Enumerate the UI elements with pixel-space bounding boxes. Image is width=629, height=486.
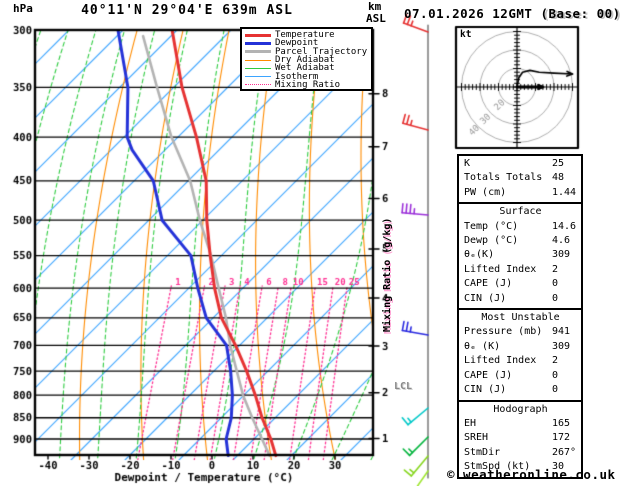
- index-value: 14.6: [552, 220, 577, 232]
- index-row: Lifted Index 2: [464, 263, 577, 277]
- indices-section-title: Most Unstable: [481, 312, 560, 324]
- legend-swatch-line: [245, 67, 271, 69]
- index-label: PW (cm): [464, 186, 507, 198]
- legend-swatch-line: [245, 50, 271, 54]
- index-row: Lifted Index 2: [464, 354, 577, 368]
- run-datetime-label: 07.01.2026 12GMT (Base: 00): [404, 6, 621, 21]
- indices-section-title: Hodograph: [493, 403, 548, 415]
- index-value: 941: [552, 326, 571, 338]
- index-row: CAPE (J) 0: [464, 277, 577, 291]
- index-value: 165: [552, 417, 571, 429]
- hodograph-unit-label: kt: [460, 29, 472, 40]
- index-label: CIN (J): [464, 292, 507, 304]
- index-label: Dewp (°C): [464, 235, 519, 247]
- index-label: EH: [464, 417, 477, 429]
- datetime-base: (Base: 00): [540, 6, 621, 21]
- legend-swatch-line: [245, 33, 271, 37]
- altitude-axis-unit-asl: ASL: [366, 12, 386, 25]
- index-label: Lifted Index: [464, 263, 537, 275]
- index-label: K: [464, 158, 471, 169]
- index-row: θₑ(K) 309: [464, 248, 577, 262]
- index-value: 309: [552, 249, 571, 261]
- chart-legend: Temperature Dewpoint Parcel Trajectory Dry …: [240, 27, 373, 91]
- index-label: Totals Totals: [464, 172, 543, 184]
- indices-section-title: Surface: [499, 206, 542, 218]
- index-value: 48: [552, 172, 565, 184]
- index-label: CAPE (J): [464, 369, 513, 381]
- index-label: θₑ (K): [464, 340, 501, 352]
- index-label: SREH: [464, 432, 489, 444]
- index-label: Temp (°C): [464, 220, 519, 232]
- mixing-ratio-axis-label: Mixing Ratio (g/kg): [382, 217, 393, 332]
- index-value: 0: [552, 384, 559, 396]
- legend-item-mixing-ratio: Mixing Ratio: [245, 79, 371, 90]
- index-row: StmDir 267°: [464, 446, 577, 460]
- index-value: 0: [552, 292, 559, 304]
- index-label: Lifted Index: [464, 355, 537, 367]
- index-value: 309: [552, 340, 571, 352]
- legend-swatch-line: [245, 41, 271, 45]
- index-row: Temp (°C) 14.6: [464, 220, 577, 234]
- station-title: 40°11'N 29°04'E 639m ASL: [81, 3, 293, 18]
- index-value: 172: [552, 432, 571, 444]
- lcl-marker-label: LCL: [394, 381, 413, 392]
- index-row: CIN (J) 0: [464, 292, 577, 306]
- index-row: PW (cm) 1.44: [464, 186, 577, 200]
- index-label: CAPE (J): [464, 278, 513, 290]
- index-value: 0: [552, 369, 559, 381]
- index-row: CIN (J) 0: [464, 383, 577, 397]
- index-row: Dewp (°C) 4.6: [464, 234, 577, 248]
- legend-swatch-line: [245, 84, 271, 86]
- pressure-axis-unit-label: hPa: [13, 2, 33, 15]
- index-row: K 25: [464, 157, 577, 171]
- datetime-main: 07.01.2026 12GMT: [404, 6, 533, 21]
- indices-section-surface: Surface Temp (°C) 14.6 Dewp (°C) 4.6 θₑ(K) 309…: [457, 202, 583, 311]
- index-value: 2: [552, 355, 559, 367]
- index-label: StmDir: [464, 446, 501, 458]
- index-row: EH 165: [464, 417, 577, 431]
- index-value: 1.44: [552, 186, 577, 198]
- index-row: Totals Totals 48: [464, 171, 577, 185]
- indices-section-most-unstable: Most Unstable Pressure (mb) 941 θₑ (K) 309 Li…: [457, 308, 583, 402]
- index-label: Pressure (mb): [464, 326, 543, 338]
- index-value: 4.6: [552, 235, 571, 247]
- index-label: θₑ(K): [464, 249, 495, 261]
- skewt-sounding-page: hPa 40°11'N 29°04'E 639m ASL km ASL 07.0…: [0, 0, 629, 486]
- indices-section: K 25 Totals Totals 48 PW (cm) 1.44: [457, 154, 583, 205]
- index-value: 0: [552, 278, 559, 290]
- legend-swatch-line: [245, 59, 271, 61]
- indices-panel: K 25 Totals Totals 48 PW (cm) 1.44 Surface Temp…: [457, 154, 583, 479]
- credit-footer: © weatheronline.co.uk: [447, 467, 616, 482]
- legend-label: Mixing Ratio: [275, 79, 341, 90]
- index-row: CAPE (J) 0: [464, 369, 577, 383]
- index-value: 2: [552, 263, 559, 275]
- index-value: 267°: [552, 446, 577, 458]
- index-row: Pressure (mb) 941: [464, 325, 577, 339]
- index-label: CIN (J): [464, 384, 507, 396]
- index-value: 25: [552, 158, 565, 169]
- index-row: SREH 172: [464, 431, 577, 445]
- legend-swatch-line: [245, 76, 271, 78]
- index-row: θₑ (K) 309: [464, 340, 577, 354]
